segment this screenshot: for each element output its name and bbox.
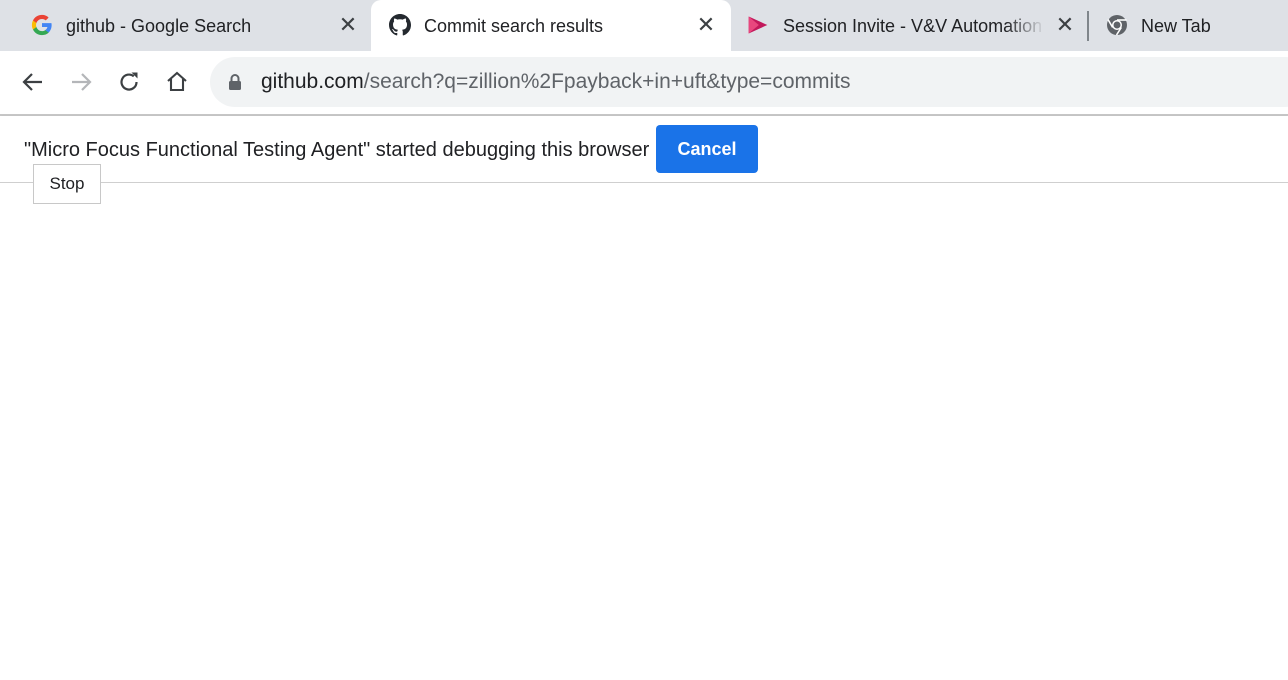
tab-title: Session Invite - V&V Automation	[783, 16, 1043, 36]
infobar-message: "Micro Focus Functional Testing Agent" s…	[24, 139, 650, 161]
tab-title: New Tab	[1141, 16, 1211, 36]
tab-new-tab[interactable]: New Tab	[1090, 0, 1288, 51]
close-icon[interactable]: ✕	[694, 13, 718, 37]
page-content	[0, 183, 1288, 680]
reload-icon	[120, 72, 138, 91]
tab-strip: github - Google Search ✕ Commit search r…	[0, 0, 1288, 51]
close-icon[interactable]: ✕	[1053, 13, 1077, 37]
stop-tooltip: Stop	[33, 164, 101, 204]
chrome-icon	[1106, 14, 1128, 36]
back-button[interactable]	[16, 65, 50, 99]
lock-icon	[228, 73, 242, 96]
tab-title: github - Google Search	[66, 16, 252, 36]
home-icon	[167, 71, 187, 92]
home-button[interactable]	[160, 65, 194, 99]
github-octocat-icon	[389, 14, 411, 36]
google-g-icon	[31, 14, 53, 36]
stream-play-icon	[747, 14, 769, 36]
tab-google-search[interactable]: github - Google Search ✕	[12, 0, 372, 51]
tab-commit-search[interactable]: Commit search results ✕	[371, 0, 731, 51]
tab-title: Commit search results	[424, 16, 604, 36]
url-path: /search?q=zillion%2Fpayback+in+uft&type=…	[363, 70, 851, 93]
close-icon[interactable]: ✕	[336, 13, 360, 37]
address-bar[interactable]: github.com/search?q=zillion%2Fpayback+in…	[210, 57, 1288, 107]
arrow-left-icon	[22, 73, 42, 91]
reload-button[interactable]	[112, 65, 146, 99]
debugging-infobar: "Micro Focus Functional Testing Agent" s…	[0, 116, 1288, 183]
cancel-button[interactable]: Cancel	[656, 125, 758, 173]
url-text: github.com/search?q=zillion%2Fpayback+in…	[261, 69, 851, 95]
url-host: github.com	[261, 70, 364, 93]
arrow-right-icon	[72, 73, 92, 91]
forward-button[interactable]	[64, 65, 98, 99]
browser-toolbar: github.com/search?q=zillion%2Fpayback+in…	[0, 51, 1288, 114]
tab-session-invite[interactable]: Session Invite - V&V Automation ✕	[731, 0, 1088, 51]
tab-separator	[1087, 11, 1089, 41]
